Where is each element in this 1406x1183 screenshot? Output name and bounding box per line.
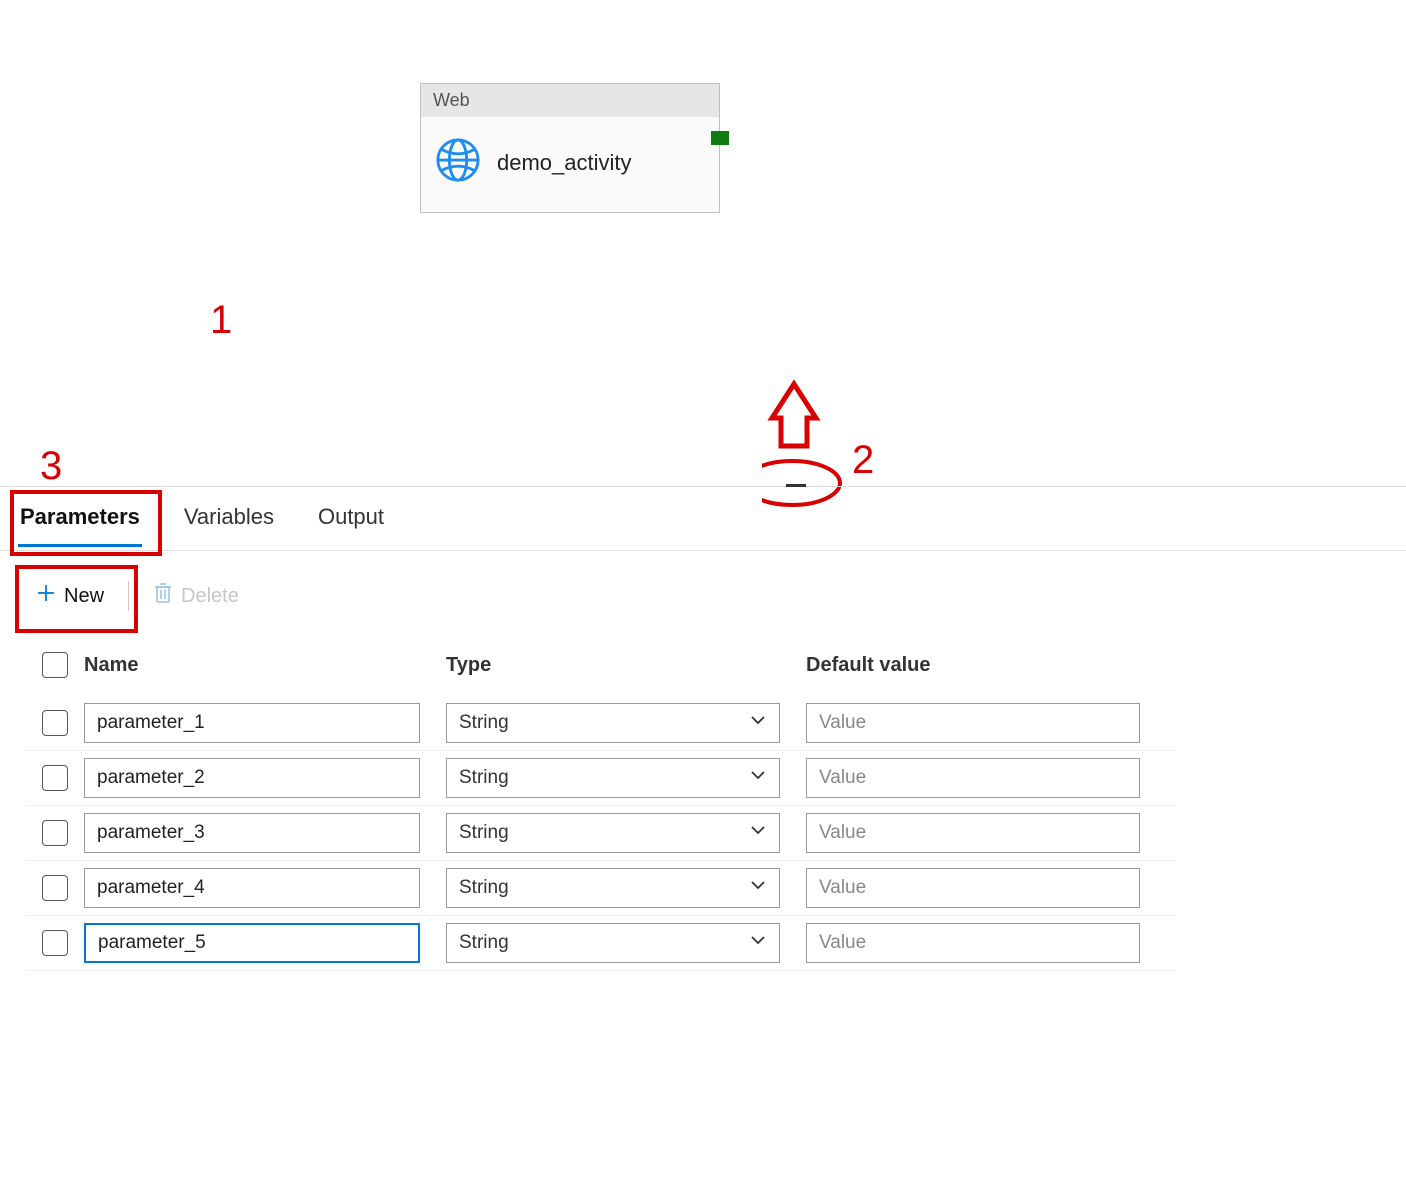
delete-button[interactable]: Delete <box>147 578 245 614</box>
trash-icon <box>153 582 173 610</box>
row-checkbox[interactable] <box>42 710 68 736</box>
row-checkbox[interactable] <box>42 875 68 901</box>
parameter-default-input[interactable]: Value <box>806 703 1140 743</box>
table-row: parameter_4 String Value <box>26 861 1176 916</box>
chevron-down-icon <box>749 931 767 955</box>
tab-output[interactable]: Output <box>316 498 386 547</box>
parameter-type-value: String <box>459 767 509 789</box>
annotation-number-3: 3 <box>40 444 62 489</box>
table-header-row: Name Type Default value <box>26 652 1176 696</box>
parameter-name-input[interactable]: parameter_4 <box>84 868 420 908</box>
tab-variables[interactable]: Variables <box>182 498 276 547</box>
collapse-bar-icon <box>786 484 806 487</box>
activity-type-label: Web <box>421 84 719 117</box>
parameter-type-select[interactable]: String <box>446 703 780 743</box>
parameter-type-select[interactable]: String <box>446 868 780 908</box>
new-button[interactable]: New <box>30 579 110 613</box>
parameter-default-input[interactable]: Value <box>806 923 1140 963</box>
parameter-type-value: String <box>459 712 509 734</box>
chevron-down-icon <box>749 876 767 900</box>
table-row: parameter_5 String Value <box>26 916 1176 971</box>
activity-name: demo_activity <box>497 150 632 176</box>
table-row: parameter_1 String Value <box>26 696 1176 751</box>
parameter-type-select[interactable]: String <box>446 758 780 798</box>
table-row: parameter_2 String Value <box>26 751 1176 806</box>
parameter-name-input[interactable]: parameter_2 <box>84 758 420 798</box>
parameter-default-input[interactable]: Value <box>806 868 1140 908</box>
col-header-name: Name <box>84 654 446 677</box>
parameter-name-input[interactable]: parameter_5 <box>84 923 420 963</box>
delete-button-label: Delete <box>181 585 239 608</box>
pipeline-canvas[interactable]: Web demo_activity 1 2 3 <box>0 0 1406 488</box>
parameter-name-input[interactable]: parameter_3 <box>84 813 420 853</box>
parameter-default-input[interactable]: Value <box>806 758 1140 798</box>
parameter-default-input[interactable]: Value <box>806 813 1140 853</box>
row-checkbox[interactable] <box>42 820 68 846</box>
annotation-arrow-2 <box>762 380 862 500</box>
panel-collapse-handle[interactable] <box>785 478 807 492</box>
parameter-name-input[interactable]: parameter_1 <box>84 703 420 743</box>
tabs-bottom-divider <box>0 550 1406 551</box>
activity-success-handle[interactable] <box>711 131 729 145</box>
globe-icon <box>435 137 481 188</box>
panel-top-divider <box>0 486 1406 487</box>
tab-parameters[interactable]: Parameters <box>18 498 142 547</box>
tab-parameters-label: Parameters <box>20 504 140 529</box>
toolbar-divider <box>128 581 129 611</box>
row-checkbox[interactable] <box>42 765 68 791</box>
tab-output-label: Output <box>318 504 384 529</box>
table-row: parameter_3 String Value <box>26 806 1176 861</box>
chevron-down-icon <box>749 821 767 845</box>
plus-icon <box>36 583 56 609</box>
panel-tabs: Parameters Variables Output <box>18 498 386 547</box>
select-all-checkbox[interactable] <box>42 652 68 678</box>
chevron-down-icon <box>749 766 767 790</box>
parameters-toolbar: New Delete <box>30 578 245 614</box>
parameter-type-value: String <box>459 877 509 899</box>
annotation-number-2: 2 <box>852 438 874 483</box>
parameter-type-value: String <box>459 822 509 844</box>
annotation-number-1: 1 <box>210 298 232 343</box>
chevron-down-icon <box>749 711 767 735</box>
activity-card-web[interactable]: Web demo_activity <box>420 83 720 213</box>
row-checkbox[interactable] <box>42 930 68 956</box>
parameter-type-select[interactable]: String <box>446 813 780 853</box>
col-header-default: Default value <box>806 654 1166 677</box>
new-button-label: New <box>64 585 104 608</box>
parameter-type-value: String <box>459 932 509 954</box>
tab-variables-label: Variables <box>184 504 274 529</box>
parameter-type-select[interactable]: String <box>446 923 780 963</box>
col-header-type: Type <box>446 654 806 677</box>
parameters-table: Name Type Default value parameter_1 Strin… <box>26 652 1176 971</box>
activity-card-body: demo_activity <box>421 117 719 212</box>
